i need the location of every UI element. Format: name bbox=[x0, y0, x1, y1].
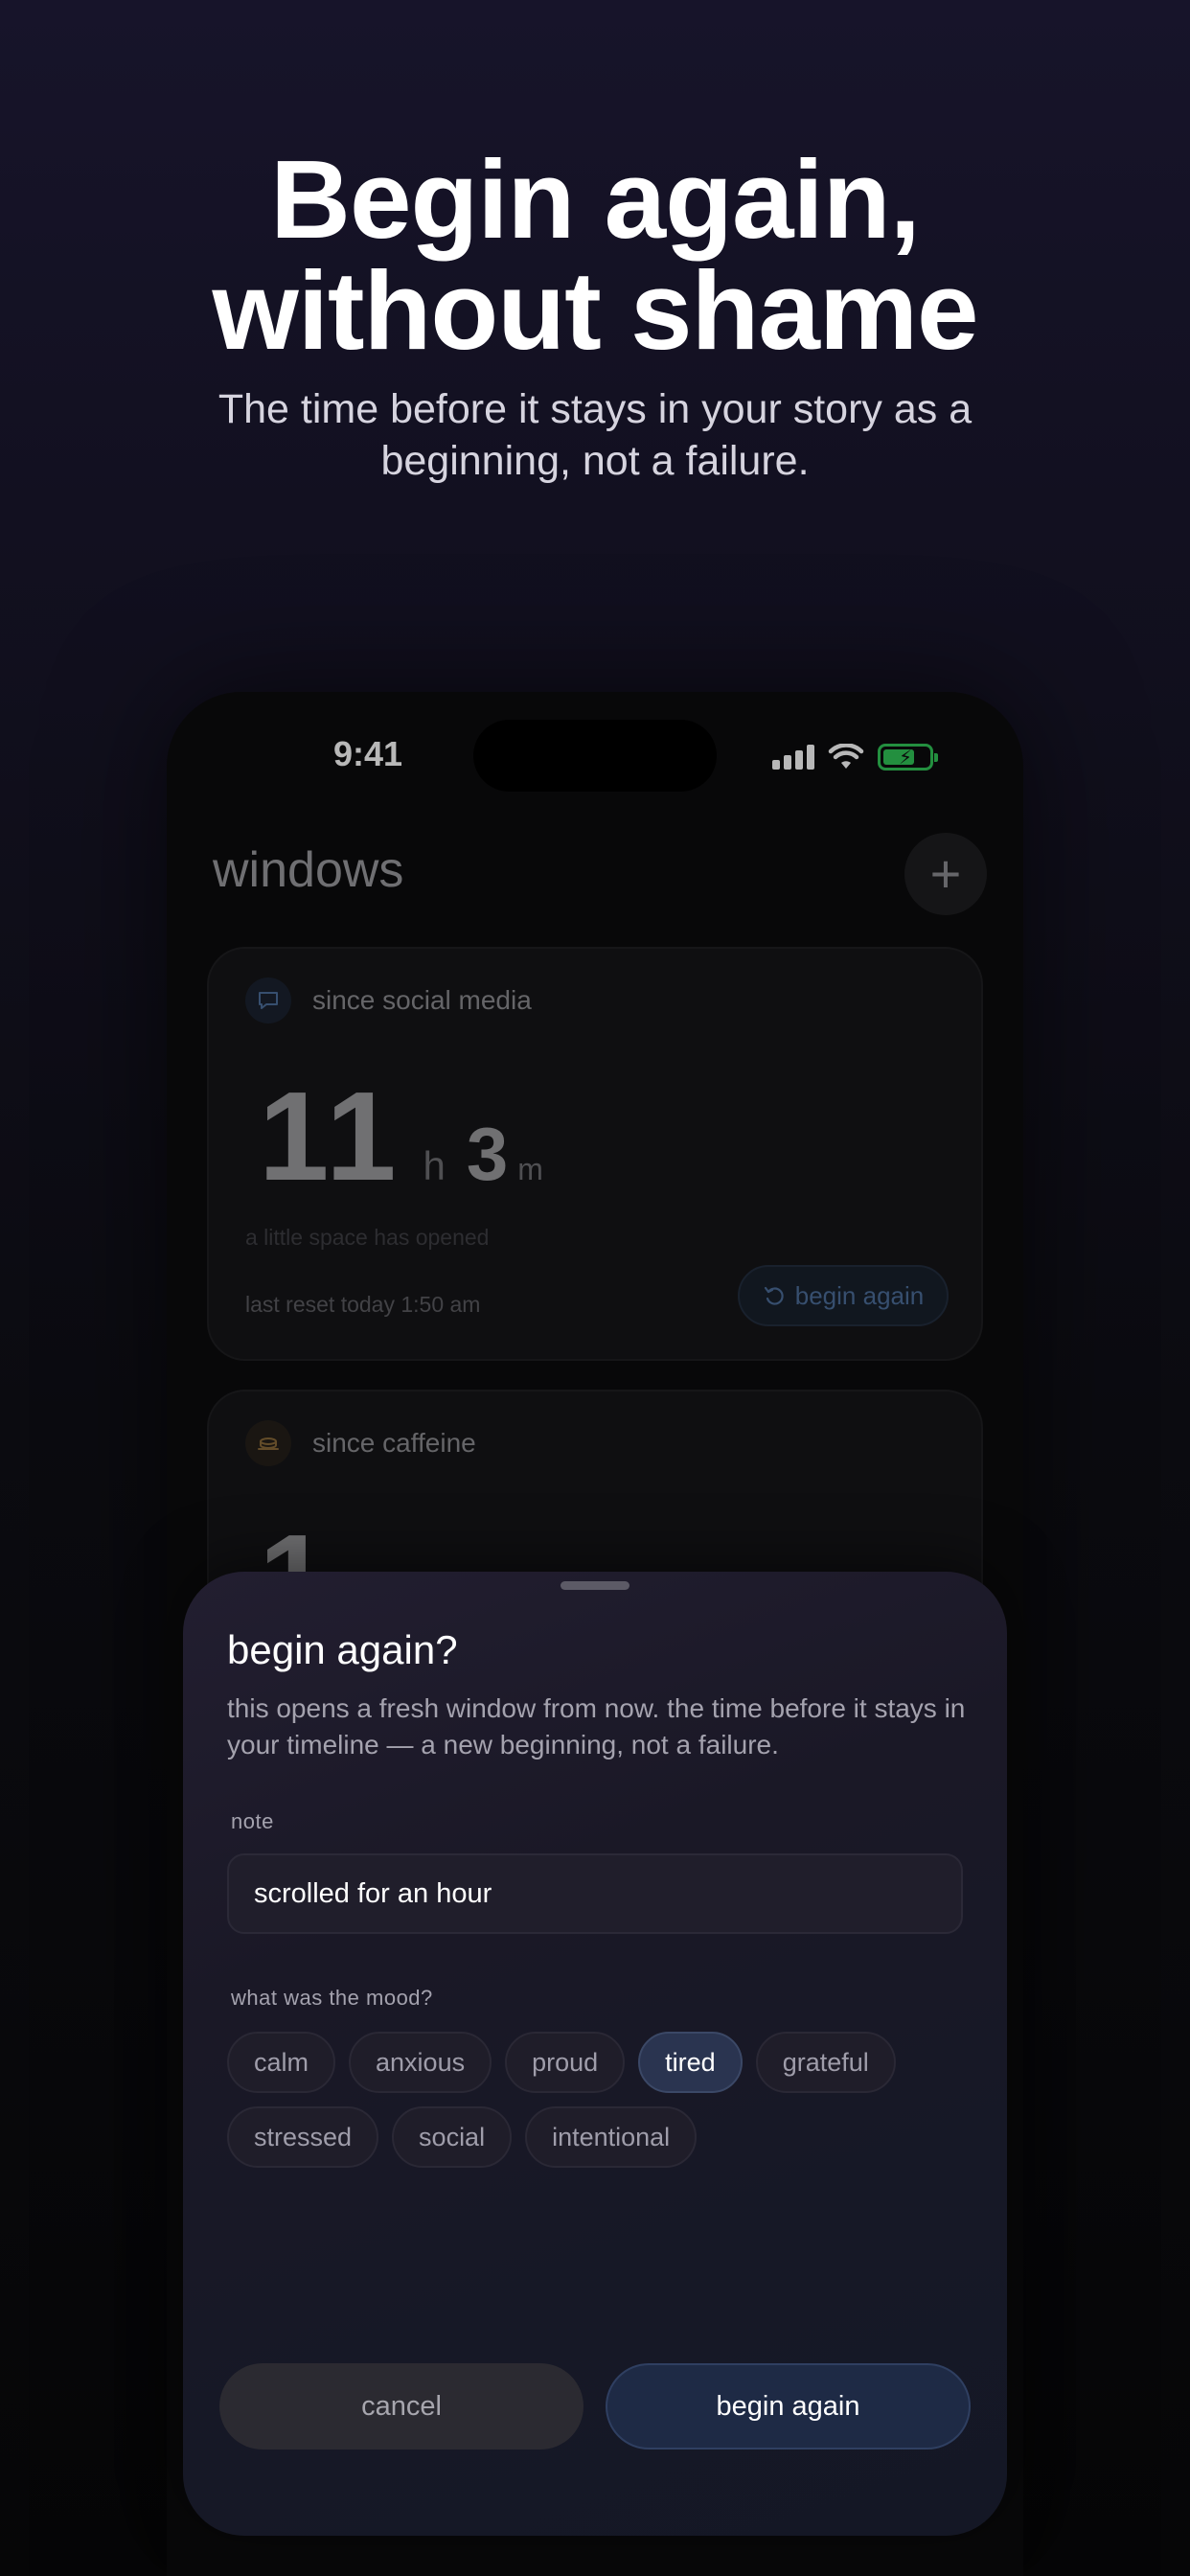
hero-subtitle: The time before it stays in your story a… bbox=[217, 386, 973, 484]
app-title: windows bbox=[213, 842, 404, 898]
mood-chip-calm[interactable]: calm bbox=[227, 2032, 336, 2093]
cancel-button[interactable]: cancel bbox=[219, 2363, 584, 2450]
coffee-cup-icon bbox=[245, 1420, 291, 1466]
wifi-icon bbox=[828, 744, 864, 769]
hero-title-line-1: Begin again, bbox=[270, 137, 921, 262]
window-card-social-media[interactable]: since social media 11 h 3 m a little spa… bbox=[207, 947, 983, 1361]
begin-again-sheet: begin again? this opens a fresh window f… bbox=[183, 1572, 1007, 2536]
chat-bubble-icon bbox=[245, 978, 291, 1024]
mood-chip-grateful[interactable]: grateful bbox=[755, 2032, 896, 2093]
restart-icon bbox=[764, 1286, 784, 1305]
note-label: note bbox=[231, 1809, 274, 1833]
status-icons: ⚡ bbox=[772, 740, 938, 774]
card-hint: a little space has opened bbox=[245, 1225, 490, 1250]
plus-icon: + bbox=[929, 843, 962, 904]
hours-unit: h bbox=[423, 1143, 446, 1188]
mood-chip-anxious[interactable]: anxious bbox=[349, 2032, 492, 2093]
hero-title: Begin again, without shame bbox=[0, 144, 1190, 366]
mood-chip-social[interactable]: social bbox=[392, 2106, 513, 2168]
card-begin-again-label: begin again bbox=[794, 1280, 925, 1310]
sheet-title: begin again? bbox=[227, 1627, 458, 1672]
elapsed-minutes: 3 bbox=[466, 1112, 509, 1196]
dynamic-island bbox=[473, 720, 717, 792]
add-window-button[interactable]: + bbox=[904, 833, 987, 915]
mood-chips: calm anxious proud tired grateful stress… bbox=[227, 2032, 974, 2168]
elapsed-time: 11 h 3 m bbox=[259, 1064, 543, 1208]
note-input[interactable] bbox=[227, 1853, 963, 1934]
sheet-grabber[interactable] bbox=[561, 1581, 629, 1590]
hero-title-line-2: without shame bbox=[212, 248, 978, 373]
mood-chip-proud[interactable]: proud bbox=[505, 2032, 626, 2093]
mood-chip-intentional[interactable]: intentional bbox=[525, 2106, 698, 2168]
elapsed-hours: 11 bbox=[259, 1066, 400, 1207]
mood-chip-tired[interactable]: tired bbox=[638, 2032, 743, 2093]
battery-charging-icon: ⚡ bbox=[878, 744, 938, 770]
minutes-unit: m bbox=[517, 1152, 543, 1186]
card-begin-again-button[interactable]: begin again bbox=[738, 1265, 949, 1326]
mood-label: what was the mood? bbox=[231, 1986, 433, 2010]
last-reset-text: last reset today 1:50 am bbox=[245, 1292, 481, 1317]
begin-again-button[interactable]: begin again bbox=[606, 2363, 971, 2450]
status-time: 9:41 bbox=[332, 734, 403, 773]
cellular-signal-icon bbox=[772, 745, 814, 770]
sheet-description: this opens a fresh window from now. the … bbox=[227, 1693, 966, 1760]
card-label: since caffeine bbox=[312, 1428, 476, 1458]
card-label: since social media bbox=[312, 985, 532, 1015]
mood-chip-stressed[interactable]: stressed bbox=[227, 2106, 379, 2168]
